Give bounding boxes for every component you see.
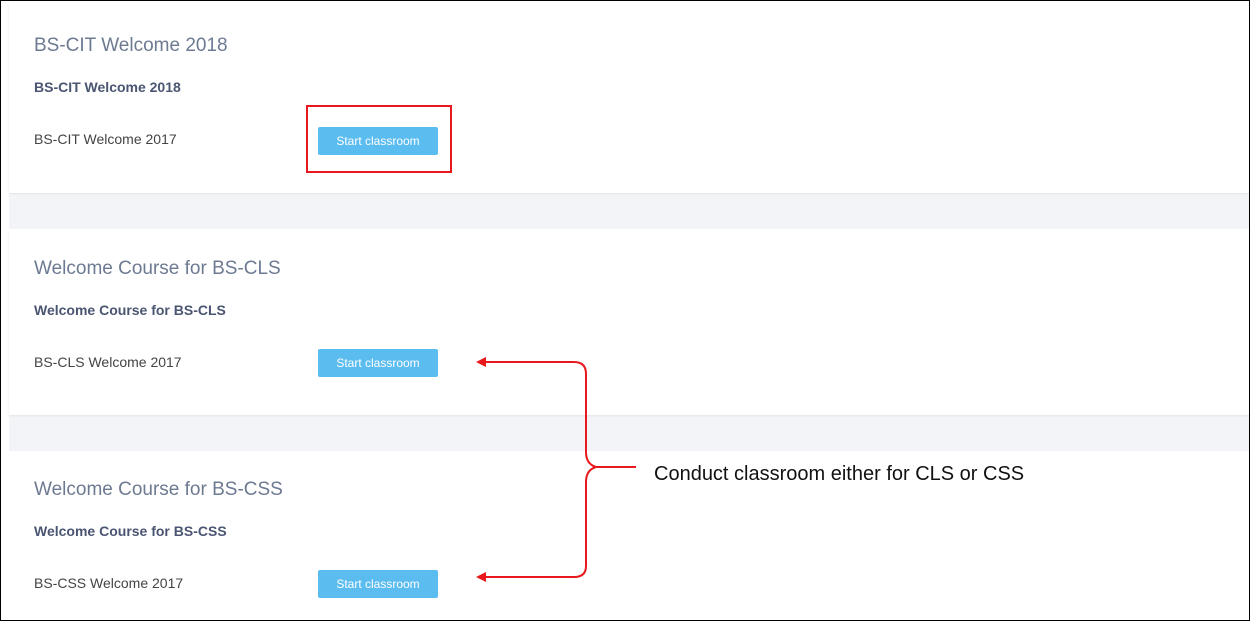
course-title: Welcome Course for BS-CSS xyxy=(34,479,283,500)
course-subtitle: Welcome Course for BS-CLS xyxy=(34,302,226,318)
course-subtitle: Welcome Course for BS-CSS xyxy=(34,523,227,539)
session-name: BS-CSS Welcome 2017 xyxy=(34,575,184,591)
section-divider xyxy=(9,417,1249,451)
course-title: Welcome Course for BS-CLS xyxy=(34,258,281,279)
start-classroom-button[interactable]: Start classroom xyxy=(318,570,438,598)
start-classroom-button[interactable]: Start classroom xyxy=(318,349,438,377)
highlight-box xyxy=(306,105,452,173)
screenshot-frame: BS-CIT Welcome 2018 BS-CIT Welcome 2018 … xyxy=(0,0,1250,621)
section-divider xyxy=(9,195,1249,229)
session-name: BS-CLS Welcome 2017 xyxy=(34,354,182,370)
course-card-bs-cit: BS-CIT Welcome 2018 BS-CIT Welcome 2018 … xyxy=(9,1,1249,194)
course-card-bs-cls: Welcome Course for BS-CLS Welcome Course… xyxy=(9,229,1249,416)
course-subtitle: BS-CIT Welcome 2018 xyxy=(34,79,181,95)
course-title: BS-CIT Welcome 2018 xyxy=(34,35,228,56)
session-name: BS-CIT Welcome 2017 xyxy=(34,131,177,147)
course-card-bs-css: Welcome Course for BS-CSS Welcome Course… xyxy=(9,451,1249,620)
annotation-text: Conduct classroom either for CLS or CSS xyxy=(654,463,1025,485)
